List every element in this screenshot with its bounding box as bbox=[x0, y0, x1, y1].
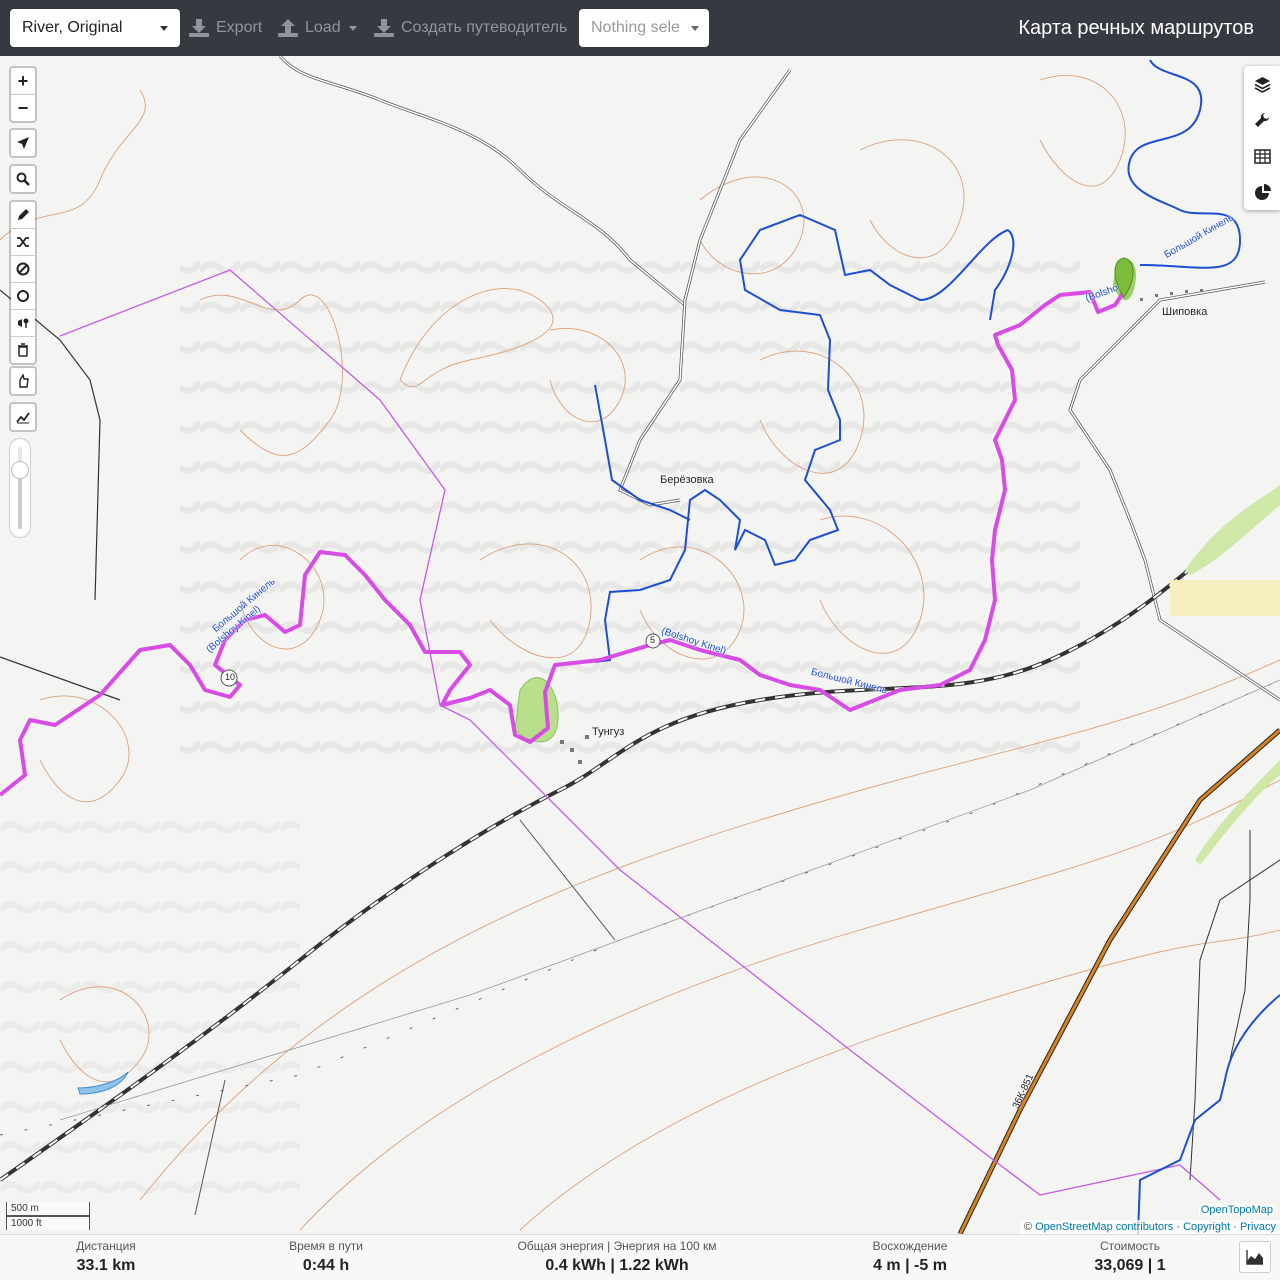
stat-energy-value: 0.4 kWh | 1.22 kWh bbox=[545, 1257, 689, 1274]
locate-icon bbox=[17, 137, 29, 149]
stat-distance-value: 33.1 km bbox=[76, 1257, 136, 1274]
map-attribution: © OpenStreetMap contributors · Copyright… bbox=[1019, 1220, 1280, 1234]
selection-dropdown-value: Nothing sele bbox=[591, 19, 680, 36]
stat-ascent: Восхождение 4 m | -5 m bbox=[850, 1235, 970, 1277]
selection-dropdown[interactable]: Nothing sele bbox=[579, 9, 709, 47]
delete-route-button[interactable] bbox=[11, 337, 35, 363]
stat-time-value: 0:44 h bbox=[302, 1257, 350, 1274]
profile-select[interactable]: River, Original bbox=[10, 9, 180, 47]
area-chart-icon bbox=[1246, 1250, 1263, 1265]
privacy-link[interactable]: Privacy bbox=[1240, 1221, 1276, 1233]
right-toolbar bbox=[1244, 66, 1280, 210]
opacity-slider[interactable] bbox=[9, 438, 31, 538]
place-label-berezovka: Берёзовка bbox=[660, 474, 714, 486]
stat-distance-title: Дистанция bbox=[76, 1239, 136, 1253]
map-canvas[interactable]: Берёзовка Шиповка Тунгуз Большой Кинель … bbox=[0, 56, 1280, 1234]
chevron-down-icon bbox=[160, 26, 168, 31]
km-marker-label: 5 bbox=[650, 635, 656, 645]
stat-cost-title: Стоимость bbox=[1099, 1239, 1161, 1253]
download-icon bbox=[374, 19, 394, 37]
chevron-down-icon bbox=[691, 26, 699, 31]
no-go-area-button[interactable] bbox=[11, 256, 35, 283]
profile-select-value: River, Original bbox=[22, 19, 123, 36]
top-navbar: River, Original Export Load Создать путе… bbox=[0, 0, 1280, 56]
osm-link[interactable]: OpenStreetMap contributors bbox=[1035, 1221, 1173, 1233]
poi-icon bbox=[19, 374, 29, 388]
km-marker-label: 10 bbox=[225, 672, 236, 682]
stat-energy: Общая энергия | Энергия на 100 км 0.4 kW… bbox=[497, 1235, 737, 1277]
load-label: Load bbox=[305, 19, 341, 36]
map-scale: 500 m 1000 ft bbox=[6, 1202, 90, 1230]
zoom-control: + − bbox=[9, 66, 37, 123]
layers-icon bbox=[1254, 76, 1270, 93]
poi-control bbox=[9, 366, 37, 396]
create-guide-label: Создать путеводитель bbox=[401, 19, 568, 36]
wrench-icon bbox=[1254, 112, 1269, 127]
stat-distance: Дистанция 33.1 km bbox=[46, 1235, 166, 1277]
search-control bbox=[9, 164, 37, 194]
load-button[interactable]: Load bbox=[277, 9, 357, 47]
elevation-button[interactable] bbox=[11, 404, 35, 430]
create-guide-button[interactable]: Создать путеводитель bbox=[373, 9, 567, 47]
pie-chart-icon bbox=[1254, 183, 1271, 200]
attribution-separator: · bbox=[1176, 1221, 1180, 1233]
tile-source-link[interactable]: OpenTopoMap bbox=[1198, 1204, 1275, 1216]
no-entry-icon bbox=[16, 262, 30, 276]
poi-button[interactable] bbox=[11, 368, 35, 394]
draw-route-button[interactable] bbox=[11, 202, 35, 229]
stat-ascent-value: 4 m | -5 m bbox=[873, 1257, 947, 1274]
reverse-route-button[interactable] bbox=[11, 229, 35, 256]
place-label-shipovka: Шиповка bbox=[1162, 306, 1208, 318]
scale-metric: 500 m bbox=[6, 1202, 90, 1216]
circle-tool-button[interactable] bbox=[11, 283, 35, 310]
route-stats-bar: Дистанция 33.1 km Время в пути 0:44 h Об… bbox=[0, 1234, 1280, 1280]
attribution-copy: © bbox=[1023, 1221, 1033, 1233]
search-button[interactable] bbox=[11, 166, 35, 192]
download-icon bbox=[189, 19, 209, 37]
draw-icon bbox=[18, 209, 29, 220]
table-icon bbox=[1253, 148, 1271, 164]
circle-icon bbox=[17, 290, 29, 302]
scale-imperial: 1000 ft bbox=[6, 1216, 90, 1230]
map-tiles bbox=[0, 56, 1280, 1234]
stat-time: Время в пути 0:44 h bbox=[266, 1235, 386, 1277]
pin-icon bbox=[18, 318, 29, 328]
elevation-icon bbox=[16, 412, 30, 424]
table-button[interactable] bbox=[1244, 138, 1280, 174]
stat-ascent-title: Восхождение bbox=[872, 1239, 948, 1253]
draw-toolbar bbox=[9, 200, 37, 365]
app-title: Карта речных маршрутов bbox=[1018, 17, 1254, 39]
export-button[interactable]: Export bbox=[188, 9, 262, 47]
delete-icon bbox=[18, 343, 28, 357]
attribution-separator: · bbox=[1233, 1221, 1237, 1233]
export-label: Export bbox=[216, 19, 263, 36]
marker-tool-button[interactable] bbox=[11, 310, 35, 337]
settings-button[interactable] bbox=[1244, 102, 1280, 138]
locate-button[interactable] bbox=[11, 130, 35, 156]
shuffle-icon bbox=[17, 237, 29, 247]
place-label-tunguz: Тунгуз bbox=[592, 726, 625, 738]
layers-button[interactable] bbox=[1244, 66, 1280, 102]
analysis-button[interactable] bbox=[1244, 174, 1280, 210]
stat-cost: Стоимость 33,069 | 1 bbox=[1070, 1235, 1190, 1277]
locate-control bbox=[9, 128, 37, 158]
elevation-control bbox=[9, 402, 37, 432]
stat-cost-value: 33,069 | 1 bbox=[1094, 1257, 1166, 1274]
zoom-in-button[interactable]: + bbox=[11, 68, 35, 95]
zoom-out-button[interactable]: − bbox=[11, 95, 35, 121]
opacity-slider-knob[interactable] bbox=[11, 461, 29, 479]
stat-energy-title: Общая энергия | Энергия на 100 км bbox=[517, 1239, 717, 1253]
stat-time-title: Время в пути bbox=[289, 1239, 363, 1253]
elevation-profile-button[interactable] bbox=[1239, 1241, 1271, 1273]
upload-icon bbox=[278, 19, 298, 37]
copyright-link[interactable]: Copyright bbox=[1183, 1221, 1230, 1233]
search-icon bbox=[16, 172, 30, 186]
chevron-down-icon bbox=[348, 25, 357, 31]
